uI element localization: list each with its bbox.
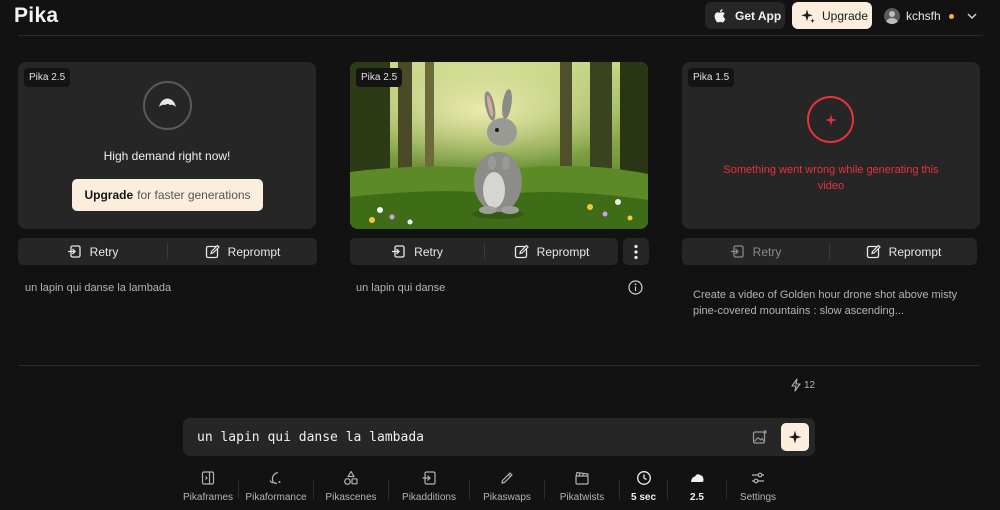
model-badge: Pika 2.5 — [24, 68, 71, 87]
tools-bar: Pikaframes Pikaformance Pikascenes Pikad… — [178, 466, 789, 510]
more-options-button[interactable] — [623, 238, 649, 265]
sparkle-icon — [801, 9, 815, 23]
section-divider — [18, 365, 980, 366]
clapper-icon — [575, 471, 589, 485]
clock-icon — [636, 471, 651, 485]
cta-text: for faster generations — [137, 188, 251, 202]
performance-icon — [269, 471, 281, 485]
generation-card-1: Pika 2.5 High demand right now! Upgrade … — [18, 62, 316, 229]
retry-icon — [67, 245, 81, 258]
retry-label: Retry — [752, 244, 782, 259]
tool-label: Pikaframes — [182, 492, 233, 503]
duration-selector[interactable]: 5 sec — [620, 466, 667, 503]
generation-card-3: Pika 1.5 Something went wrong while gene… — [682, 62, 980, 229]
error-sparkle-icon — [824, 113, 837, 126]
chevron-down-icon — [967, 13, 977, 20]
retry-button[interactable]: Retry — [682, 238, 829, 265]
settings-button[interactable]: Settings — [727, 466, 789, 503]
tool-label: Pikaswaps — [483, 492, 531, 503]
edit-icon — [205, 244, 220, 259]
sparkle-icon — [788, 430, 802, 444]
apple-icon — [714, 9, 726, 23]
get-app-button[interactable]: Get App — [705, 2, 785, 29]
prompt-input-value[interactable]: un lapin qui danse la lambada — [197, 430, 424, 445]
shapes-icon — [344, 470, 358, 485]
info-icon[interactable] — [628, 280, 643, 295]
model-badge: Pika 2.5 — [356, 68, 403, 87]
credits-count: 12 — [804, 379, 816, 391]
edit-icon — [514, 244, 529, 259]
card-3-actions: Retry Reprompt — [682, 238, 977, 265]
card-1-prompt: un lapin qui danse la lambada — [25, 282, 172, 294]
tool-label: Pikadditions — [402, 492, 456, 503]
rabbit-thumbnail[interactable] — [350, 62, 648, 229]
swap-icon — [501, 472, 513, 484]
tool-label: Pikascenes — [325, 492, 377, 503]
user-menu[interactable]: kchsfh — [884, 6, 978, 26]
upgrade-label: Upgrade — [822, 8, 869, 23]
tool-label: 2.5 — [690, 492, 704, 503]
add-image-icon[interactable] — [752, 429, 768, 445]
top-bar: Pika Get App Upgrade kchsfh — [0, 0, 1000, 35]
retry-label: Retry — [414, 244, 443, 259]
model-badge: Pika 1.5 — [688, 68, 735, 87]
reprompt-button[interactable]: Reprompt — [830, 238, 977, 265]
retry-icon — [730, 245, 744, 258]
model-selector[interactable]: 2.5 — [668, 466, 726, 503]
tool-pikaframes[interactable]: Pikaframes — [178, 466, 238, 503]
sliders-icon — [752, 472, 764, 484]
retry-icon — [392, 245, 405, 258]
get-app-label: Get App — [735, 8, 782, 23]
reprompt-label: Reprompt — [227, 244, 281, 259]
lightning-icon — [791, 378, 801, 392]
avatar — [884, 8, 900, 24]
tool-pikaformance[interactable]: Pikaformance — [239, 466, 313, 503]
username: kchsfh — [906, 9, 941, 23]
cta-bold: Upgrade — [84, 188, 134, 202]
upgrade-faster-button[interactable]: Upgrade for faster generations — [72, 179, 263, 211]
tool-label: Pikatwists — [559, 492, 605, 503]
cloud-icon — [691, 474, 704, 482]
loading-spinner — [143, 81, 192, 130]
retry-label: Retry — [89, 244, 119, 259]
card-2-actions: Retry Reprompt — [350, 238, 618, 265]
tool-label: Pikaformance — [245, 492, 307, 503]
tool-label: Settings — [739, 492, 777, 503]
cloud-icon — [159, 98, 176, 107]
error-ring — [807, 96, 854, 143]
add-icon — [422, 471, 436, 485]
header-divider — [18, 35, 983, 36]
edit-icon — [866, 244, 881, 259]
card-2-prompt: un lapin qui danse — [356, 282, 446, 294]
tool-pikaswaps[interactable]: Pikaswaps — [470, 466, 544, 503]
generate-button[interactable] — [781, 423, 809, 451]
card-1-actions: Retry Reprompt — [18, 238, 317, 265]
card-3-prompt: Create a video of Golden hour drone shot… — [693, 289, 958, 317]
generation-card-2[interactable]: Pika 2.5 — [350, 62, 648, 229]
upgrade-button[interactable]: Upgrade — [792, 2, 872, 29]
reprompt-button[interactable]: Reprompt — [485, 238, 618, 265]
status-text: High demand right now! — [103, 149, 231, 163]
credits-indicator: 12 — [790, 378, 815, 392]
tool-pikadditions[interactable]: Pikadditions — [389, 466, 469, 503]
retry-button[interactable]: Retry — [350, 238, 484, 265]
retry-button[interactable]: Retry — [18, 238, 167, 265]
frames-icon — [201, 471, 215, 485]
tool-label: 5 sec — [630, 492, 657, 503]
reprompt-button[interactable]: Reprompt — [168, 238, 317, 265]
tool-pikascenes[interactable]: Pikascenes — [314, 466, 388, 503]
reprompt-label: Reprompt — [536, 244, 590, 259]
error-message: Something went wrong while generating th… — [723, 164, 939, 192]
reprompt-label: Reprompt — [888, 244, 942, 259]
tool-pikatwists[interactable]: Pikatwists — [545, 466, 619, 503]
pika-logo[interactable]: Pika — [14, 4, 58, 28]
notification-dot — [948, 13, 954, 19]
kebab-icon — [634, 244, 638, 259]
prompt-input[interactable]: un lapin qui danse la lambada — [183, 418, 815, 456]
